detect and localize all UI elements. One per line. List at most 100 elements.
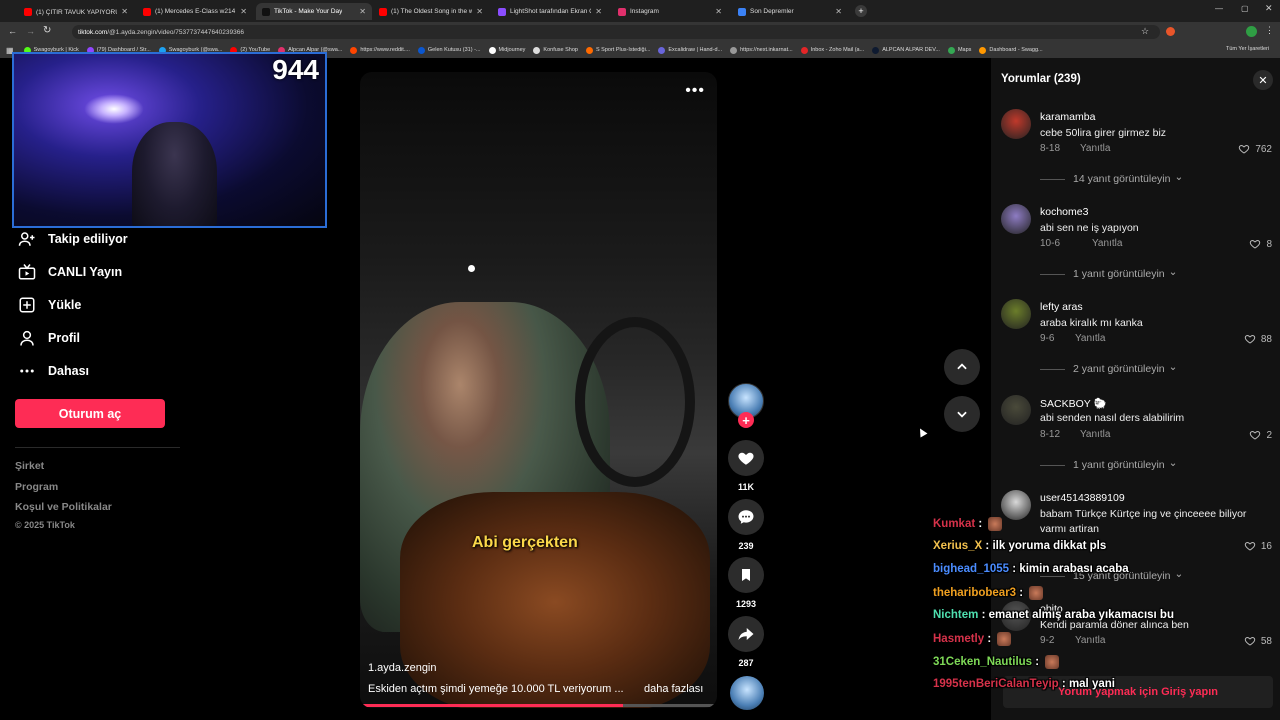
all-bookmarks-link[interactable]: Tüm Yer İşaretleri <box>1226 46 1269 52</box>
comment-like-button[interactable]: 2 <box>1249 429 1272 441</box>
bookmark-star-icon[interactable]: ☆ <box>1141 26 1149 37</box>
comment-like-button[interactable]: 88 <box>1244 333 1272 345</box>
video-player[interactable]: ••• Abi gerçekten 1.ayda.zengin Eskiden … <box>360 72 717 708</box>
bookmark-item[interactable]: https://www.reddit.... <box>350 46 410 54</box>
webcam-overlay: 944 <box>12 52 327 228</box>
maximize-icon[interactable]: ▢ <box>1241 4 1249 13</box>
like-button[interactable] <box>728 440 764 476</box>
comment-reply-button[interactable]: Yanıtla <box>1075 333 1105 344</box>
browser-tab[interactable]: Instagram ✕ <box>612 3 728 20</box>
mouse-cursor-icon <box>916 426 928 438</box>
share-button[interactable] <box>728 616 764 652</box>
back-icon[interactable]: ← <box>8 26 17 36</box>
bookmark-item[interactable]: ALPCAN ALPAR DEV... <box>872 46 940 54</box>
bookmark-item[interactable]: S Sport Plus-İstediği... <box>585 46 650 54</box>
video-more-link[interactable]: daha fazlası <box>644 683 703 695</box>
replies-divider-line <box>1040 368 1065 370</box>
tab-close-icon[interactable]: ✕ <box>117 7 128 16</box>
window-close-icon[interactable]: ✕ <box>1265 3 1273 14</box>
save-button[interactable] <box>728 557 764 593</box>
bookmark-item[interactable]: Konfuse Shop <box>533 46 578 54</box>
tab-close-icon[interactable]: ✕ <box>711 7 722 16</box>
new-tab-button[interactable]: + <box>855 5 867 17</box>
comment-avatar[interactable] <box>1001 490 1031 520</box>
heart-outline-icon <box>1244 635 1259 647</box>
tab-close-icon[interactable]: ✕ <box>591 7 602 16</box>
tab-favicon-icon <box>498 7 506 16</box>
replies-divider-line <box>1040 178 1065 180</box>
comment-like-button[interactable]: 8 <box>1249 238 1272 250</box>
sidebar-item-more[interactable]: Dahası <box>16 360 89 382</box>
view-replies-button[interactable]: 2 yanıt görüntüleyin ⌄ <box>1040 361 1177 375</box>
reload-icon[interactable]: ↻ <box>43 25 51 36</box>
comment-avatar[interactable] <box>1001 395 1031 425</box>
minimize-icon[interactable]: — <box>1215 4 1223 13</box>
bookmark-item[interactable]: Maps <box>947 46 971 54</box>
follow-plus-icon[interactable]: + <box>738 412 754 428</box>
login-button[interactable]: Oturum aç <box>15 399 165 428</box>
footer-company-link[interactable]: Şirket <box>15 460 44 472</box>
music-disc-avatar[interactable] <box>730 676 764 710</box>
view-replies-button[interactable]: 1 yanıt görüntüleyin ⌄ <box>1040 457 1177 471</box>
tab-close-icon[interactable]: ✕ <box>355 7 366 16</box>
sidebar-item-following[interactable]: Takip ediliyor <box>16 228 128 250</box>
tab-close-icon[interactable]: ✕ <box>472 7 483 16</box>
footer-program-link[interactable]: Program <box>15 481 58 493</box>
view-replies-button[interactable]: 1 yanıt görüntüleyin ⌄ <box>1040 266 1177 280</box>
view-replies-button[interactable]: 14 yanıt görüntüleyin ⌄ <box>1040 171 1183 185</box>
bookmark-item[interactable]: Gelen Kutusu (31) -... <box>417 46 481 54</box>
bookmark-label: Gelen Kutusu (31) -... <box>427 47 481 53</box>
sidebar-item-upload[interactable]: Yükle <box>16 294 81 316</box>
next-video-button[interactable] <box>944 396 980 432</box>
comment-username[interactable]: user45143889109 <box>1040 492 1125 504</box>
tab-close-icon[interactable]: ✕ <box>831 7 842 16</box>
comment-reply-button[interactable]: Yanıtla <box>1092 238 1122 249</box>
close-icon[interactable]: ✕ <box>1253 70 1273 90</box>
comment-username[interactable]: kochome3 <box>1040 206 1088 218</box>
comment-username[interactable]: lefty aras <box>1040 301 1083 313</box>
comment-avatar[interactable] <box>1001 109 1031 139</box>
comment-like-button[interactable]: 762 <box>1238 143 1272 155</box>
comment-username[interactable]: karamamba <box>1040 111 1095 123</box>
video-author[interactable]: 1.ayda.zengin <box>368 662 437 674</box>
sidebar-item-live-tv[interactable]: CANLI Yayın <box>16 261 122 283</box>
heart-outline-icon <box>1244 333 1259 345</box>
chat-separator: : <box>1032 656 1043 668</box>
video-more-options-icon[interactable]: ••• <box>685 82 705 100</box>
browser-tab[interactable]: TikTok - Make Your Day ✕ <box>256 3 372 20</box>
browser-tab[interactable]: (1) Mercedes E-Class w214 The✕ <box>137 3 253 20</box>
bookmark-item[interactable]: Excalidraw | Hand-d... <box>658 46 722 54</box>
comment-button[interactable] <box>728 499 764 535</box>
bookmark-item[interactable]: Dashboard - Swagg... <box>979 46 1043 54</box>
profile-avatar-icon[interactable] <box>1246 26 1257 37</box>
forward-icon[interactable]: → <box>26 26 35 36</box>
comment-username[interactable]: SACKBOY 🐑 <box>1040 397 1107 410</box>
bookmark-icon <box>742 569 750 581</box>
browser-tab[interactable]: LightShot tarafından Ekran Görü✕ <box>492 3 608 20</box>
comment-avatar[interactable] <box>1001 204 1031 234</box>
chat-separator: : <box>1016 587 1027 599</box>
sidebar-item-profile[interactable]: Profil <box>16 327 80 349</box>
comment-like-button[interactable]: 58 <box>1244 635 1272 647</box>
extension-icon[interactable] <box>1166 27 1175 36</box>
tab-close-icon[interactable]: ✕ <box>236 7 247 16</box>
comment-like-button[interactable]: 16 <box>1244 540 1272 552</box>
tab-favicon-icon <box>24 7 32 16</box>
previous-video-button[interactable] <box>944 349 980 385</box>
bookmark-item[interactable]: https://next.inkarnat... <box>730 46 793 54</box>
url-host: tiktok.com <box>78 28 108 36</box>
comment-avatar[interactable] <box>1001 299 1031 329</box>
video-progress-bar[interactable] <box>363 704 714 707</box>
browser-tab[interactable]: (1) ÇITIR TAVUK YAPIYORUZ 🐔✕ <box>18 3 134 20</box>
browser-tab[interactable]: (1) The Oldest Song in the worl ✕ <box>373 3 489 20</box>
comment-reply-button[interactable]: Yanıtla <box>1080 429 1110 440</box>
bookmark-item[interactable]: Inbox - Zoho Mail (a... <box>800 46 864 54</box>
url-input[interactable]: tiktok.com/@1.ayda.zengin/video/75377374… <box>72 25 1160 39</box>
browser-menu-icon[interactable]: ⋮ <box>1265 25 1274 36</box>
comment-reply-button[interactable]: Yanıtla <box>1080 143 1110 154</box>
browser-tab[interactable]: Son Depremler ✕ <box>732 3 848 20</box>
bookmark-item[interactable]: Midjourney <box>488 46 525 54</box>
footer-terms-link[interactable]: Koşul ve Politikalar <box>15 501 112 513</box>
comment-reply-button[interactable]: Yanıtla <box>1075 635 1105 646</box>
upload-icon <box>16 294 38 316</box>
